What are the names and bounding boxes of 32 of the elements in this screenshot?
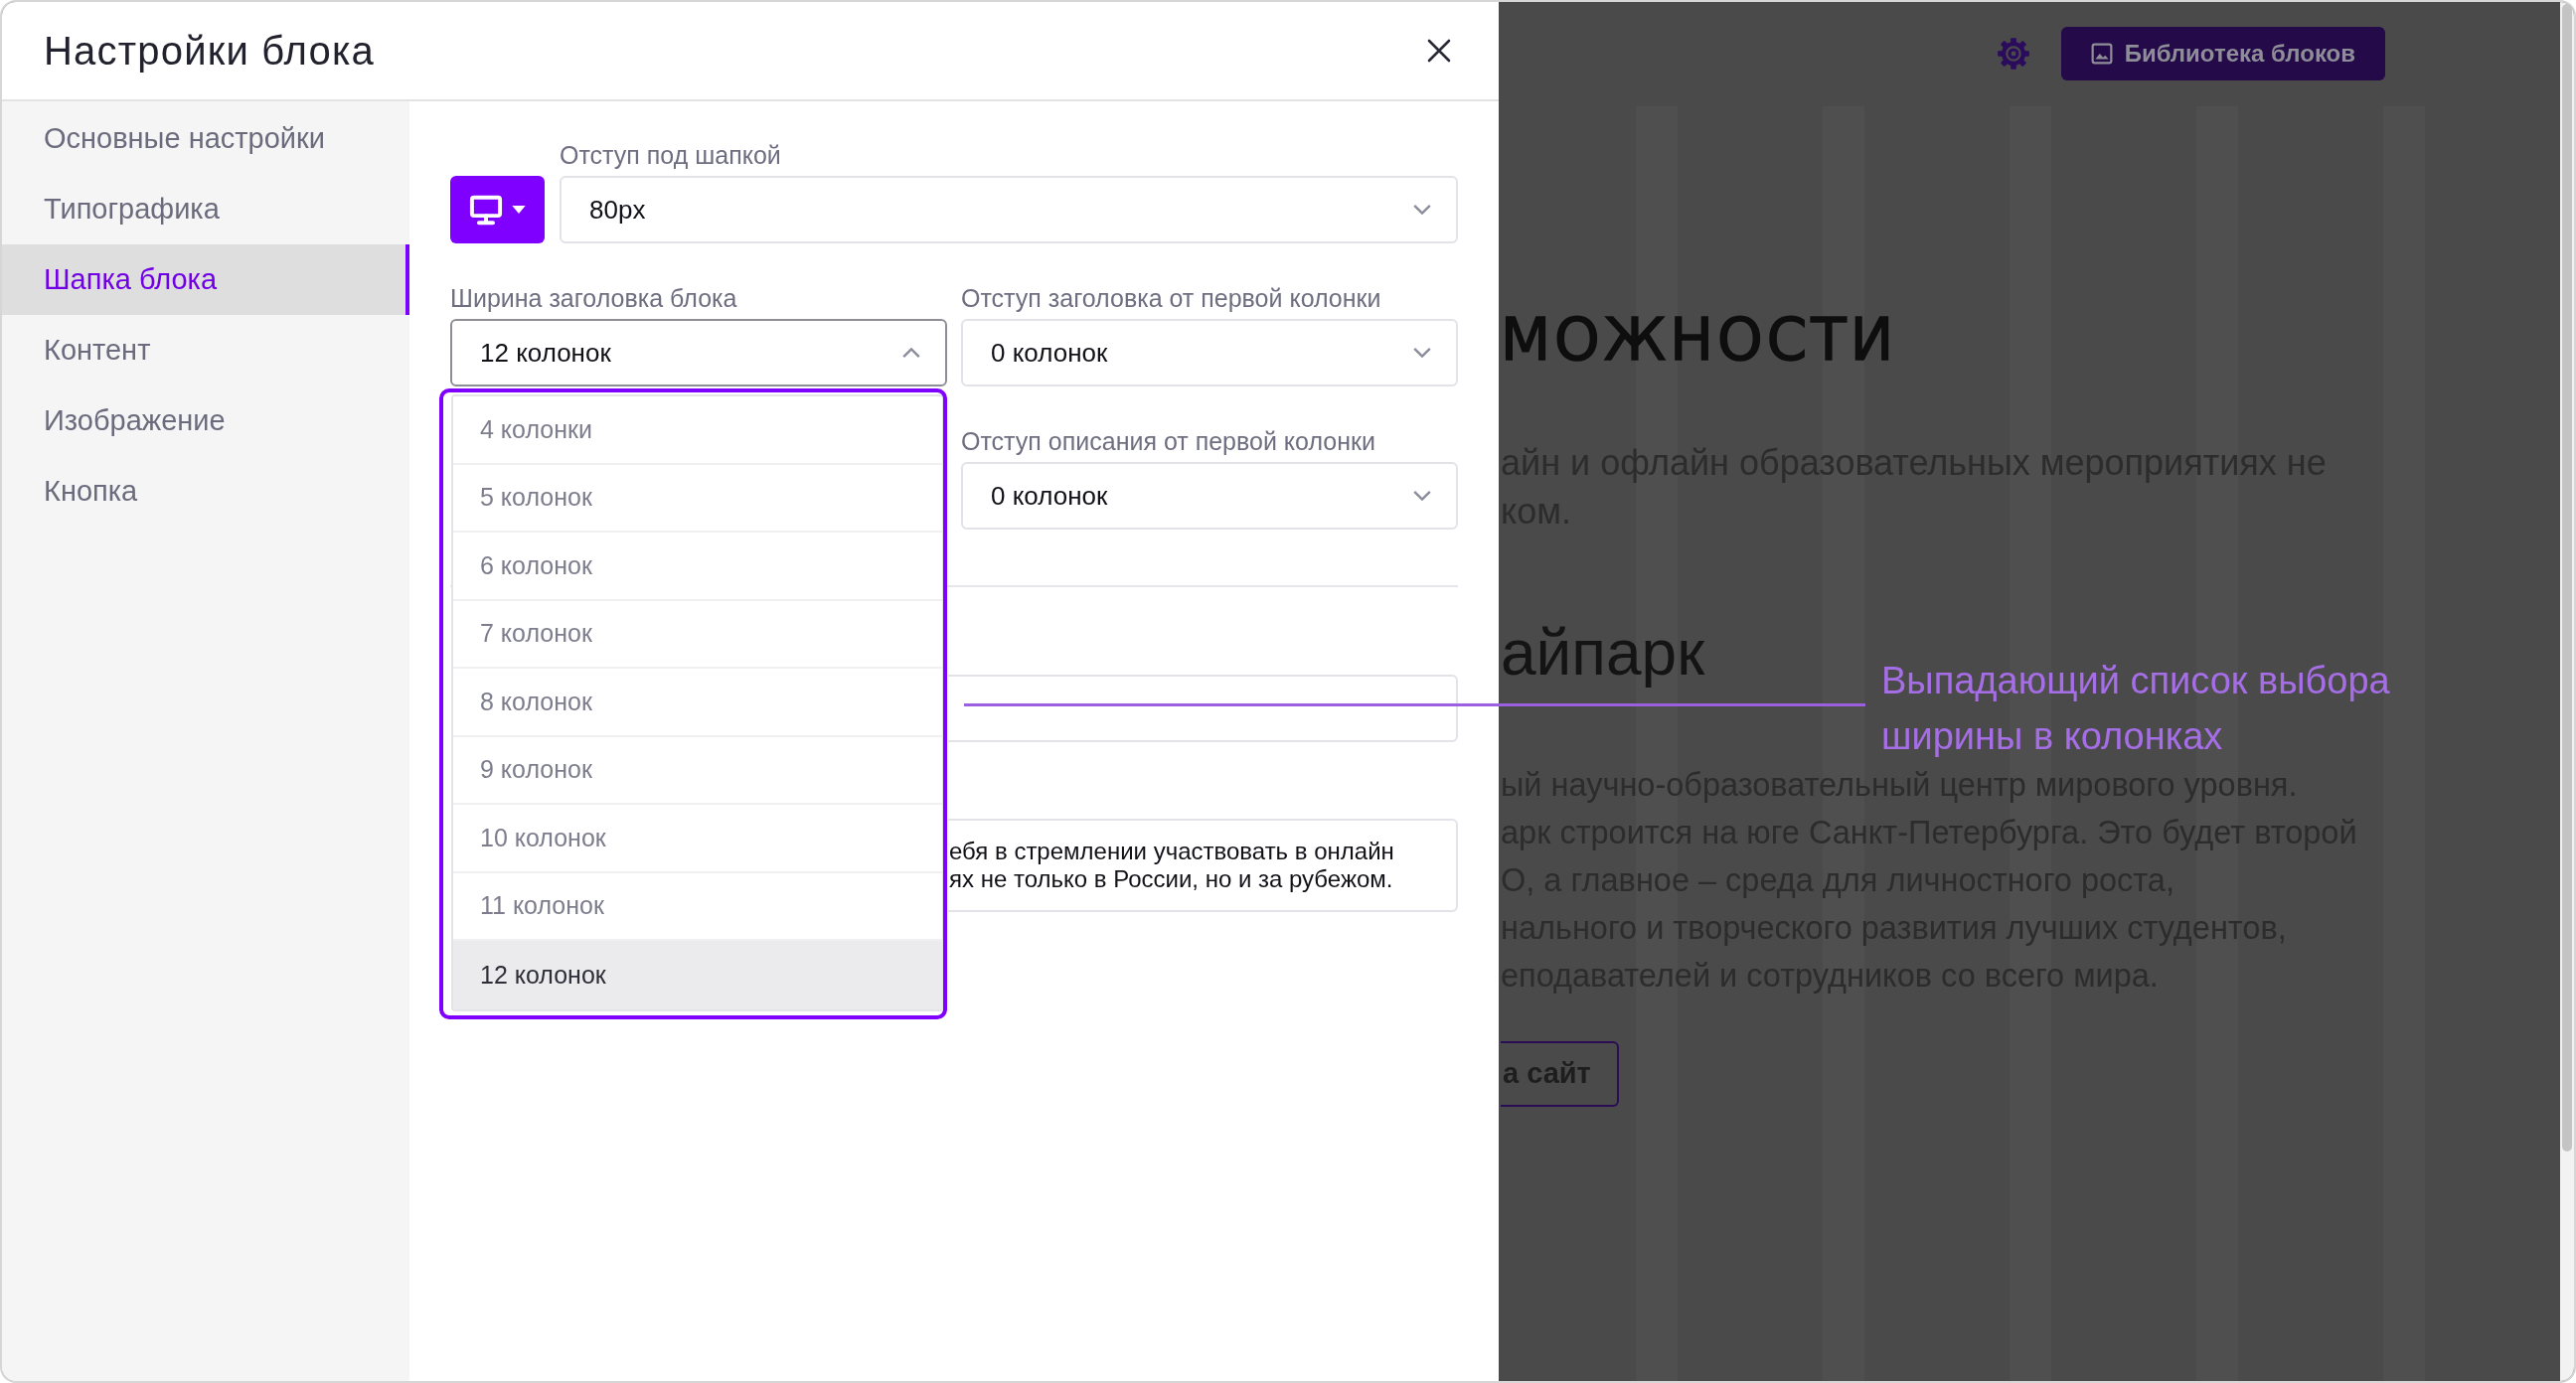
sidebar-item[interactable]: Типографика [2, 174, 409, 244]
field-label: Отступ под шапкой [560, 140, 781, 170]
select-field[interactable]: 80px [560, 176, 1458, 243]
dropdown-option[interactable]: 4 колонки [453, 396, 942, 465]
field-label: Ширина заголовка блока [450, 283, 737, 313]
annotation-text: Выпадающий список выбора ширины в колонках [1881, 659, 2391, 759]
chevron-down-icon [1412, 204, 1432, 216]
modal-title: Настройки блока [44, 28, 376, 75]
field-label: Отступ описания от первой колонки [961, 426, 1375, 456]
dropdown-option[interactable]: 12 колонок [453, 941, 942, 1009]
select-field[interactable]: 12 колонок [450, 319, 947, 386]
close-icon [1427, 39, 1451, 63]
device-button[interactable] [450, 176, 545, 243]
select-field[interactable]: 0 колонок [961, 462, 1458, 530]
block-library-button[interactable]: Библиотека блоков [2060, 27, 2385, 80]
scrollbar-thumb[interactable] [2562, 4, 2572, 1152]
field-label: Отступ заголовка от первой колонки [961, 283, 1381, 313]
monitor-icon [469, 194, 503, 226]
description-textarea[interactable]: ебя в стремлении участвовать в онлайн ях не только в России, но и за рубежом. [948, 819, 1458, 912]
image-icon [2090, 43, 2113, 65]
chevron-up-icon [901, 347, 921, 359]
text-input[interactable] [948, 675, 1458, 742]
select-field[interactable]: 0 колонок [961, 319, 1458, 386]
section-heading: МОЖНОСТИ [1501, 308, 1898, 372]
chevron-down-icon [1412, 490, 1432, 502]
caret-icon [512, 206, 526, 214]
sidebar-item[interactable]: Основные настройки [2, 103, 409, 174]
sidebar-item[interactable]: Шапка блока [2, 244, 409, 315]
chevron-down-icon [1412, 347, 1432, 359]
sidebar-item[interactable]: Контент [2, 315, 409, 385]
sidebar-item[interactable]: Изображение [2, 385, 409, 456]
sidebar-item[interactable]: Кнопка [2, 456, 409, 527]
